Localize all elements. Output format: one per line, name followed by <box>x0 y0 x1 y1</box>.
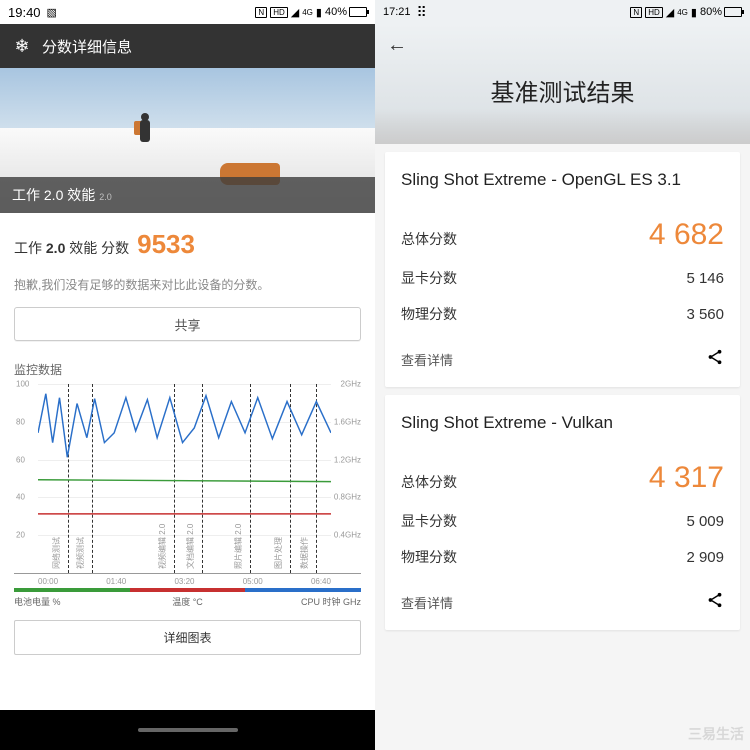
chart-lines <box>38 384 331 570</box>
wifi-icon: ◢ <box>291 6 299 19</box>
share-icon[interactable] <box>706 348 724 371</box>
status-time: 17:21 <box>383 6 411 18</box>
chart-legend-labels: 电池电量 %温度 °CCPU 时钟 GHz <box>14 595 361 608</box>
hd-icon: HD <box>645 7 663 18</box>
network-label: 4G <box>677 8 688 17</box>
page-title: 基准测试结果 <box>375 73 750 108</box>
details-link[interactable]: 查看详情 <box>401 593 453 612</box>
share-button[interactable]: 共享 <box>14 307 361 341</box>
hero-caption: 工作 2.0 效能2.0 <box>0 177 375 213</box>
monitor-title: 监控数据 <box>0 351 375 384</box>
chart-xaxis: 00:0001:4003:2005:0006:40 <box>14 574 361 586</box>
hero-image: 工作 2.0 效能2.0 <box>0 68 375 213</box>
camera-icon: ▧ <box>47 6 57 19</box>
detail-chart-button[interactable]: 详细图表 <box>14 620 361 655</box>
results-list: Sling Shot Extreme - OpenGL ES 3.1 总体分数4… <box>375 144 750 750</box>
battery-pct: 80% <box>700 6 722 18</box>
left-screen: 19:40 ▧ N HD ◢ 4G ▮ 40% ❄ 分数详细信息 工作 2.0 … <box>0 0 375 750</box>
battery-pct: 40% <box>325 6 347 18</box>
nav-pill[interactable] <box>138 728 238 732</box>
result-card: Sling Shot Extreme - Vulkan 总体分数4 317 显卡… <box>385 395 740 630</box>
battery-icon <box>724 7 742 17</box>
card-title: Sling Shot Extreme - OpenGL ES 3.1 <box>401 168 724 192</box>
total-score: 4 317 <box>649 461 724 495</box>
nfc-icon: N <box>630 7 642 18</box>
signal-icon: ▮ <box>691 6 697 19</box>
header-title: 分数详细信息 <box>42 36 132 57</box>
back-button[interactable]: ← <box>375 24 750 67</box>
signal-icon: ▮ <box>316 6 322 19</box>
result-card: Sling Shot Extreme - OpenGL ES 3.1 总体分数4… <box>385 152 740 387</box>
status-bar-left: 19:40 ▧ N HD ◢ 4G ▮ 40% <box>0 0 375 24</box>
score-row: 工作 2.0 效能 分数 9533 <box>0 213 375 276</box>
details-link[interactable]: 查看详情 <box>401 350 453 369</box>
android-nav-bar <box>0 710 375 750</box>
watermark: 三易生活 <box>688 724 744 744</box>
network-label: 4G <box>302 8 313 17</box>
nfc-icon: N <box>255 7 267 18</box>
score-label: 工作 2.0 效能 分数 <box>14 238 129 258</box>
results-hero: ← 基准测试结果 <box>375 24 750 144</box>
hd-icon: HD <box>270 7 288 18</box>
card-title: Sling Shot Extreme - Vulkan <box>401 411 724 435</box>
monitor-chart: 1002GHz 801.6GHz 601.2GHz 400.8GHz 200.4… <box>14 384 361 574</box>
app-logo-icon: ❄ <box>10 34 34 58</box>
score-value: 9533 <box>137 229 195 260</box>
chart-legend-bar <box>14 588 361 592</box>
total-score: 4 682 <box>649 218 724 252</box>
nodata-text: 抱歉,我们没有足够的数据来对比此设备的分数。 <box>0 276 375 307</box>
status-bar-right: 17:21 ⠿ N HD ◢ 4G ▮ 80% <box>375 0 750 24</box>
wifi-icon: ◢ <box>666 6 674 19</box>
share-icon[interactable] <box>706 591 724 614</box>
app-header: ❄ 分数详细信息 <box>0 24 375 68</box>
right-screen: 17:21 ⠿ N HD ◢ 4G ▮ 80% ← 基准测试结果 Sling S… <box>375 0 750 750</box>
status-time: 19:40 <box>8 5 41 20</box>
battery-icon <box>349 7 367 17</box>
notification-icon: ⠿ <box>417 4 427 21</box>
